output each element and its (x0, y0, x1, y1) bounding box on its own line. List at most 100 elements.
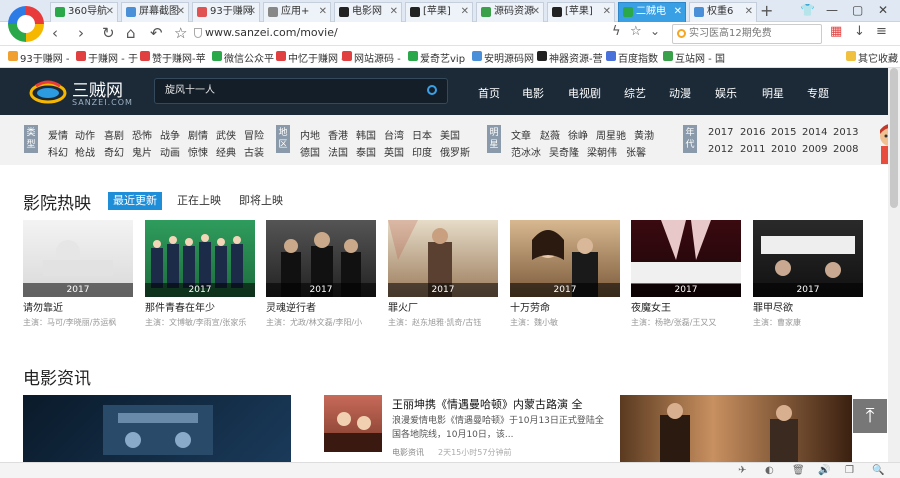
nav-anime[interactable]: 动漫 (669, 85, 691, 101)
filter-type[interactable]: 鬼片 (132, 144, 152, 159)
filter-type[interactable]: 恐怖 (132, 127, 152, 142)
browser-tab[interactable]: 电影网 ✕ (334, 2, 402, 22)
nav-entertainment[interactable]: 娱乐 (715, 85, 737, 101)
nav-stars[interactable]: 明星 (762, 85, 784, 101)
bookmark-item[interactable]: 93于赚网 - (8, 50, 70, 65)
bookmark-item[interactable]: 网站源码 - (342, 50, 401, 65)
nav-tv[interactable]: 电视剧 (568, 85, 601, 101)
browser-tab-active[interactable]: 二贼电 ✕ (618, 2, 686, 22)
tab-close-icon[interactable]: ✕ (177, 3, 185, 21)
filter-region[interactable]: 台湾 (384, 127, 404, 142)
tab-close-icon[interactable]: ✕ (674, 3, 682, 21)
apps-grid-icon[interactable]: ▦ (830, 24, 842, 39)
bookmark-item[interactable]: 神器资源-营 (537, 50, 603, 65)
address-bar[interactable]: www.sanzei.com/movie/ (205, 26, 338, 39)
tab-close-icon[interactable]: ✕ (603, 3, 611, 21)
browser-tab[interactable]: 权重6 ✕ (689, 2, 757, 22)
filter-star[interactable]: 张馨 (626, 144, 646, 159)
movie-title[interactable]: 罪甲尽欲 (753, 299, 793, 314)
filter-star[interactable]: 徐峥 (568, 127, 588, 142)
filter-year[interactable]: 2016 (740, 127, 765, 138)
tab-close-icon[interactable]: ✕ (106, 3, 114, 21)
news-thumbnail[interactable] (324, 395, 382, 452)
dropdown-icon[interactable]: ⌄ (650, 24, 660, 38)
bookmark-item[interactable]: 互站网 - 国 (663, 50, 725, 65)
zoom-icon[interactable]: 🔍 (872, 465, 884, 476)
filter-star[interactable]: 周星驰 (596, 127, 626, 142)
window-icon[interactable]: ❐ (845, 465, 854, 476)
nav-topics[interactable]: 专题 (807, 85, 829, 101)
scrollbar-thumb[interactable] (890, 68, 898, 208)
download-icon[interactable]: ↓ (854, 24, 865, 39)
bookmark-item[interactable]: 安明源码网 (472, 50, 534, 65)
tab-close-icon[interactable]: ✕ (390, 3, 398, 21)
site-search-input[interactable]: 旋风十一人 (154, 78, 448, 104)
movie-poster[interactable]: 2017 (388, 220, 498, 297)
browser-logo-icon[interactable] (8, 6, 44, 42)
tab-close-icon[interactable]: ✕ (319, 3, 327, 21)
filter-region[interactable]: 印度 (412, 144, 432, 159)
tab-close-icon[interactable]: ✕ (532, 3, 540, 21)
movie-title[interactable]: 夜魔女王 (631, 299, 671, 314)
filter-year[interactable]: 2008 (833, 144, 858, 155)
bookmark-item[interactable]: 于赚网 - 于 (76, 50, 138, 65)
filter-year[interactable]: 2014 (802, 127, 827, 138)
bookmark-star-icon[interactable]: ☆ (630, 24, 642, 39)
tab-close-icon[interactable]: ✕ (248, 3, 256, 21)
nav-variety[interactable]: 综艺 (624, 85, 646, 101)
bookmark-item[interactable]: 微信公众平 (212, 50, 274, 65)
browser-tab[interactable]: 应用+ ✕ (263, 2, 331, 22)
bookmark-item[interactable]: 中忆于赚网 - (276, 50, 345, 65)
back-to-top-button[interactable]: ⤒ (853, 399, 887, 433)
movie-poster[interactable]: 2017 (510, 220, 620, 297)
filter-year[interactable]: 2017 (708, 127, 733, 138)
movie-poster[interactable]: 2017 (266, 220, 376, 297)
filter-type[interactable]: 冒险 (244, 127, 264, 142)
tab-coming-soon[interactable]: 即将上映 (239, 192, 283, 210)
forward-icon[interactable]: › (78, 24, 84, 42)
bookmark-folder[interactable]: 其它收藏 (846, 50, 898, 65)
news-category[interactable]: 电影资讯 (392, 447, 424, 458)
filter-type[interactable]: 动画 (160, 144, 180, 159)
movie-poster[interactable]: 2017 (631, 220, 741, 297)
filter-type[interactable]: 惊悚 (188, 144, 208, 159)
tab-now-showing[interactable]: 正在上映 (177, 192, 221, 210)
filter-region[interactable]: 韩国 (356, 127, 376, 142)
browser-tab[interactable]: 360导航 ✕ (50, 2, 118, 22)
shirt-icon[interactable]: 👕 (800, 3, 815, 17)
filter-type[interactable]: 战争 (160, 127, 180, 142)
trash-icon[interactable]: 🗑 (792, 465, 805, 476)
browser-tab[interactable]: 源码资源 ✕ (476, 2, 544, 22)
browser-tab[interactable]: 屏幕截图 ✕ (121, 2, 189, 22)
plane-icon[interactable]: ✈ (738, 465, 746, 476)
filter-type[interactable]: 经典 (216, 144, 236, 159)
filter-region[interactable]: 泰国 (356, 144, 376, 159)
minimize-icon[interactable]: — (826, 3, 838, 17)
filter-star[interactable]: 黄渤 (634, 127, 654, 142)
close-window-icon[interactable]: ✕ (878, 3, 888, 17)
favorite-star-icon[interactable]: ☆ (174, 24, 187, 42)
tab-close-icon[interactable]: ✕ (745, 3, 753, 21)
movie-poster[interactable]: 2017 (23, 220, 133, 297)
bookmark-item[interactable]: 爱奇艺vip (408, 50, 465, 65)
filter-star[interactable]: 吴奇隆 (549, 144, 579, 159)
accelerate-icon[interactable]: ◐ (765, 465, 774, 476)
flash-icon[interactable]: ϟ (612, 24, 621, 39)
reload-icon[interactable]: ↻ (102, 24, 115, 42)
news-image-main[interactable] (23, 395, 291, 462)
filter-year[interactable]: 2009 (802, 144, 827, 155)
movie-poster[interactable]: 2017 (145, 220, 255, 297)
browser-tab[interactable]: [苹果] ✕ (547, 2, 615, 22)
nav-movie[interactable]: 电影 (522, 85, 544, 101)
movie-title[interactable]: 十万劳命 (510, 299, 550, 314)
filter-type[interactable]: 科幻 (48, 144, 68, 159)
filter-region[interactable]: 美国 (440, 127, 460, 142)
filter-year[interactable]: 2010 (771, 144, 796, 155)
browser-search-input[interactable]: 实习医高12期免费 (672, 24, 822, 44)
browser-tab[interactable]: 93于赚网 ✕ (192, 2, 260, 22)
site-logo-icon[interactable] (28, 76, 68, 106)
filter-region[interactable]: 内地 (300, 127, 320, 142)
movie-title[interactable]: 罪火厂 (388, 299, 418, 314)
bookmark-item[interactable]: 百度指数 (606, 50, 658, 65)
filter-type[interactable]: 动作 (75, 127, 95, 142)
